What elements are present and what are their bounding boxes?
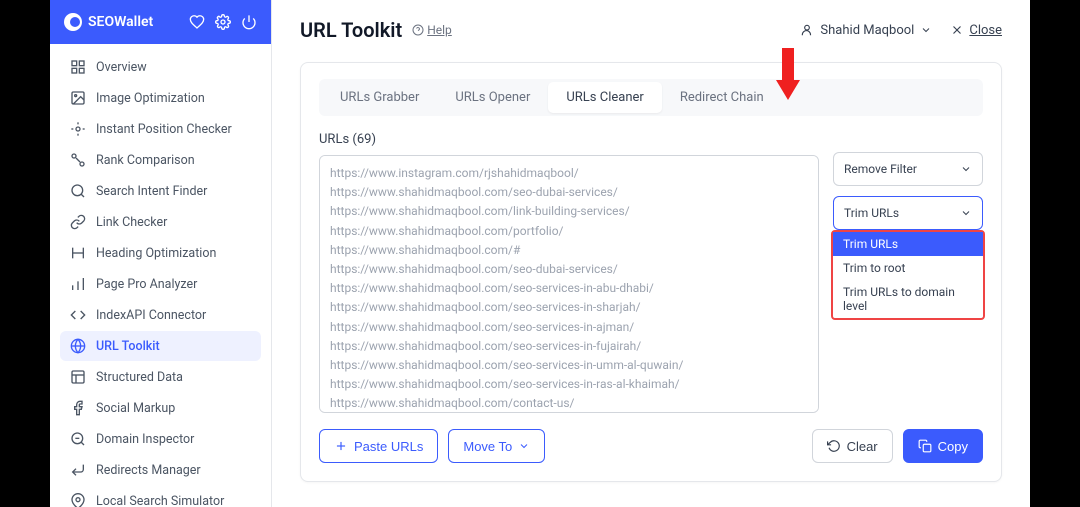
social-icon: [70, 400, 86, 416]
chevron-down-icon: [960, 163, 972, 175]
structured-icon: [70, 369, 86, 385]
urls-textarea[interactable]: [319, 155, 819, 413]
sidebar-item-redirects-manager[interactable]: Redirects Manager: [60, 455, 261, 485]
trim-urls-select[interactable]: Trim URLs Trim URLsTrim to rootTrim URLs…: [833, 196, 983, 230]
logo-bar: SEOWallet: [50, 0, 271, 44]
plus-icon: [334, 439, 348, 453]
refresh-icon: [827, 439, 841, 453]
heading-icon: [70, 245, 86, 261]
sidebar-item-instant-position-checker[interactable]: Instant Position Checker: [60, 114, 261, 144]
toolkit-card: URLs GrabberURLs OpenerURLs CleanerRedir…: [300, 62, 1002, 482]
nav-label: Structured Data: [96, 370, 183, 385]
help-icon: [412, 24, 424, 36]
gear-icon[interactable]: [215, 14, 231, 30]
chevron-down-icon: [960, 207, 972, 219]
nav-label: Local Search Simulator: [96, 494, 224, 507]
rank-icon: [70, 152, 86, 168]
api-icon: [70, 307, 86, 323]
nav-label: Redirects Manager: [96, 463, 201, 478]
close-icon: [950, 23, 964, 37]
help-link[interactable]: Help: [412, 23, 452, 37]
sidebar-item-url-toolkit[interactable]: URL Toolkit: [60, 331, 261, 361]
domain-icon: [70, 431, 86, 447]
overview-icon: [70, 59, 86, 75]
dropdown-option[interactable]: Trim to root: [833, 256, 983, 280]
tab-urls-opener[interactable]: URLs Opener: [437, 82, 548, 113]
redirect-icon: [70, 462, 86, 478]
clear-button[interactable]: Clear: [812, 429, 893, 463]
nav-label: Social Markup: [96, 401, 175, 416]
trim-dropdown: Trim URLsTrim to rootTrim URLs to domain…: [831, 230, 985, 320]
local-icon: [70, 493, 86, 507]
copy-icon: [918, 439, 932, 453]
globe-icon: [70, 338, 86, 354]
sidebar-item-image-optimization[interactable]: Image Optimization: [60, 83, 261, 113]
copy-button[interactable]: Copy: [903, 429, 983, 463]
tabs: URLs GrabberURLs OpenerURLs CleanerRedir…: [319, 79, 983, 116]
chevron-down-icon: [518, 440, 530, 452]
page-title: URL Toolkit: [300, 18, 402, 42]
heart-icon[interactable]: [189, 14, 205, 30]
sidebar: SEOWallet Overview Image Optimization Inst…: [50, 0, 272, 507]
remove-filter-select[interactable]: Remove Filter: [833, 152, 983, 186]
nav-label: Image Optimization: [96, 91, 205, 106]
power-icon[interactable]: [241, 14, 257, 30]
brand-name: SEOWallet: [88, 14, 153, 30]
sidebar-item-overview[interactable]: Overview: [60, 52, 261, 82]
sidebar-item-domain-inspector[interactable]: Domain Inspector: [60, 424, 261, 454]
sidebar-item-local-search-simulator[interactable]: Local Search Simulator: [60, 486, 261, 507]
nav-label: Rank Comparison: [96, 153, 195, 168]
nav-label: IndexAPI Connector: [96, 308, 206, 323]
sidebar-item-rank-comparison[interactable]: Rank Comparison: [60, 145, 261, 175]
sidebar-item-structured-data[interactable]: Structured Data: [60, 362, 261, 392]
sidebar-item-page-pro-analyzer[interactable]: Page Pro Analyzer: [60, 269, 261, 299]
search-icon: [70, 183, 86, 199]
main-content: URL Toolkit Help Shahid Maqbool Close: [272, 0, 1030, 507]
move-to-button[interactable]: Move To: [448, 429, 545, 463]
nav-label: Heading Optimization: [96, 246, 216, 261]
sidebar-item-indexapi-connector[interactable]: IndexAPI Connector: [60, 300, 261, 330]
page-header: URL Toolkit Help Shahid Maqbool Close: [300, 18, 1002, 42]
tab-urls-cleaner[interactable]: URLs Cleaner: [548, 82, 661, 113]
dropdown-option[interactable]: Trim URLs to domain level: [833, 280, 983, 318]
urls-count-label: URLs (69): [319, 132, 819, 147]
sidebar-nav: Overview Image Optimization Instant Positi…: [50, 44, 271, 507]
sidebar-item-social-markup[interactable]: Social Markup: [60, 393, 261, 423]
position-icon: [70, 121, 86, 137]
nav-label: Link Checker: [96, 215, 167, 230]
image-icon: [70, 90, 86, 106]
tab-urls-grabber[interactable]: URLs Grabber: [322, 82, 437, 113]
sidebar-item-search-intent-finder[interactable]: Search Intent Finder: [60, 176, 261, 206]
tab-redirect-chain[interactable]: Redirect Chain: [662, 82, 782, 113]
nav-label: Domain Inspector: [96, 432, 194, 447]
nav-label: Instant Position Checker: [96, 122, 232, 137]
brand-logo[interactable]: SEOWallet: [64, 13, 153, 31]
nav-label: URL Toolkit: [96, 339, 160, 354]
chevron-down-icon: [920, 24, 932, 36]
nav-label: Overview: [96, 60, 147, 75]
user-icon: [800, 23, 814, 37]
link-icon: [70, 214, 86, 230]
dropdown-option[interactable]: Trim URLs: [833, 232, 983, 256]
brand-icon: [64, 13, 82, 31]
analyzer-icon: [70, 276, 86, 292]
sidebar-item-heading-optimization[interactable]: Heading Optimization: [60, 238, 261, 268]
nav-label: Search Intent Finder: [96, 184, 207, 199]
user-menu[interactable]: Shahid Maqbool: [800, 23, 932, 38]
paste-urls-button[interactable]: Paste URLs: [319, 429, 438, 463]
close-button[interactable]: Close: [950, 23, 1002, 38]
sidebar-item-link-checker[interactable]: Link Checker: [60, 207, 261, 237]
nav-label: Page Pro Analyzer: [96, 277, 197, 292]
